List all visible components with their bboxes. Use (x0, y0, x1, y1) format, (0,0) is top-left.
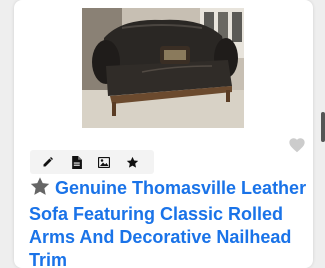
edit-button[interactable] (34, 150, 62, 174)
sofa-image (82, 8, 244, 128)
listing-card[interactable]: Genuine Thomasville Leather Sofa Featuri… (14, 0, 313, 268)
image-icon (98, 156, 110, 168)
featured-button[interactable] (118, 150, 146, 174)
heart-icon (289, 138, 305, 153)
gallery-button[interactable] (90, 150, 118, 174)
scrollbar-thumb[interactable] (321, 112, 325, 142)
document-icon (71, 155, 82, 169)
favorite-button[interactable] (288, 137, 306, 153)
listing-toolbar (30, 150, 154, 174)
star-icon (29, 176, 51, 203)
listing-title-text[interactable]: Genuine Thomasville Leather Sofa Featuri… (29, 178, 306, 268)
pencil-icon (43, 157, 53, 167)
details-button[interactable] (62, 150, 90, 174)
listing-photo[interactable] (82, 8, 244, 128)
listing-title[interactable]: Genuine Thomasville Leather Sofa Featuri… (29, 176, 311, 268)
star-icon (126, 156, 138, 168)
